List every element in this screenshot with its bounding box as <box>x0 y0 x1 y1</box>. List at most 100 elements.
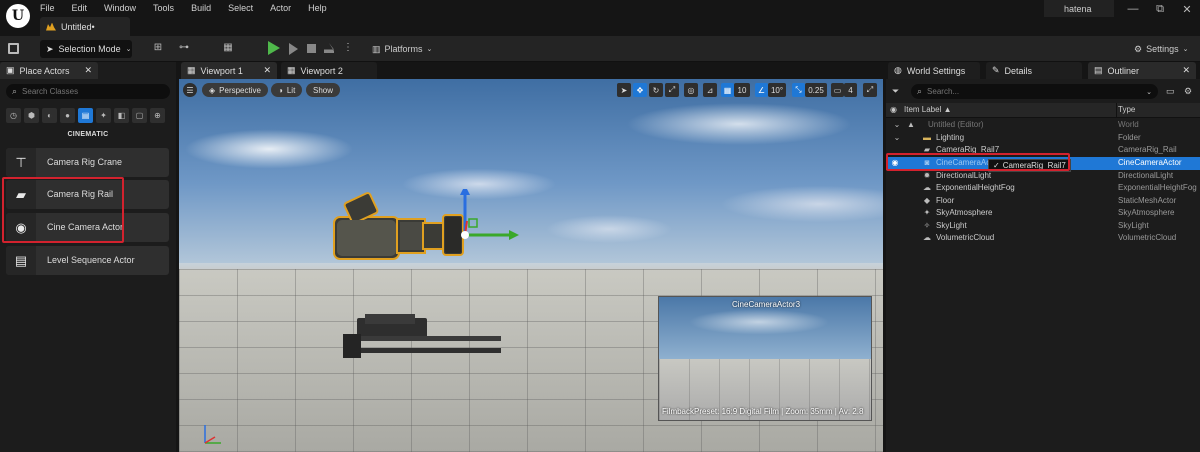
eject-icon[interactable] <box>324 43 334 53</box>
menu-file[interactable]: File <box>40 3 55 13</box>
gear-icon: ⚙ <box>1134 43 1143 54</box>
camera-speed-icon[interactable]: ▭ <box>831 83 844 97</box>
scale-snap-value[interactable]: 0.25 <box>805 83 827 97</box>
rotation-snap-icon[interactable]: ∠ <box>755 83 768 97</box>
camera-speed-value[interactable]: 4 <box>844 83 857 97</box>
tab-place-actors[interactable]: ▣ Place Actors ✕ <box>0 62 98 79</box>
close-icon[interactable]: ✕ <box>84 65 92 76</box>
outliner-row-volumetric-cloud[interactable]: ☁ VolumetricCloud VolumetricCloud <box>886 232 1200 245</box>
unreal-logo-icon[interactable]: U <box>6 4 30 28</box>
menu-actor[interactable]: Actor <box>270 3 291 13</box>
platforms-dropdown[interactable]: ▥ Platforms ⌄ <box>372 41 432 57</box>
outliner-row-lighting[interactable]: ⌄ ▬ Lighting Folder <box>886 132 1200 145</box>
collapse-icon[interactable]: ⌄ <box>892 133 902 142</box>
rotate-tool-icon[interactable]: ↻ <box>649 83 663 97</box>
menu-select[interactable]: Select <box>228 3 253 13</box>
cinematic-icon[interactable]: ▤ <box>78 107 93 123</box>
item-label-header[interactable]: Item Label ▲ <box>904 105 952 114</box>
category-heading: CINEMATIC <box>67 131 109 138</box>
menu-edit[interactable]: Edit <box>72 3 88 13</box>
perspective-button[interactable]: ◈ Perspective <box>202 83 268 97</box>
filter-icon[interactable]: ⏷ <box>892 86 899 97</box>
row-label: Floor <box>936 196 955 205</box>
scale-snap-icon[interactable]: ⤡ <box>792 83 805 97</box>
skip-icon[interactable] <box>289 43 298 55</box>
outliner-row-sky-light[interactable]: ✧ SkyLight SkyLight <box>886 220 1200 233</box>
row-type: CameraRig_Rail <box>1118 145 1177 154</box>
add-folder-icon[interactable]: ▭ <box>1166 86 1175 97</box>
more-options-icon[interactable]: ⋮ <box>340 42 356 56</box>
surface-snap-icon[interactable]: ⊿ <box>703 83 717 97</box>
close-button[interactable]: ✕ <box>1180 3 1194 16</box>
actor-camera-rig-crane[interactable]: ⊤ Camera Rig Crane <box>6 148 169 177</box>
cinematics-icon[interactable]: ▦ <box>220 42 236 56</box>
search-classes-input[interactable] <box>22 87 163 96</box>
collapse-icon[interactable]: ⌄ <box>892 120 902 129</box>
lit-button[interactable]: ◑ Lit <box>271 83 303 97</box>
folder-icon: ▬ <box>923 133 931 142</box>
tab-details[interactable]: ✎ Details <box>986 62 1082 79</box>
volumes-icon[interactable]: ▢ <box>132 107 147 123</box>
actor-label: Level Sequence Actor <box>47 255 135 265</box>
select-tool-icon[interactable]: ➤ <box>617 83 631 97</box>
save-icon[interactable] <box>8 43 19 54</box>
stop-icon[interactable] <box>307 44 316 53</box>
tab-viewport-1[interactable]: ▦ Viewport 1 ✕ <box>181 62 277 79</box>
add-actor-icon[interactable]: ⊞ <box>150 42 166 56</box>
outliner-row-sky-atmosphere[interactable]: ✦ SkyAtmosphere SkyAtmosphere <box>886 207 1200 220</box>
row-type: SkyAtmosphere <box>1118 208 1175 217</box>
play-icon[interactable] <box>268 41 280 55</box>
settings-gear-icon[interactable]: ⚙ <box>1184 86 1192 97</box>
close-icon[interactable]: ✕ <box>263 65 271 76</box>
tab-outliner[interactable]: ▤ Outliner ✕ <box>1088 62 1196 79</box>
grid-snap-value[interactable]: 10 <box>734 83 750 97</box>
outliner-row-fog[interactable]: ☁ ExponentialHeightFog ExponentialHeight… <box>886 182 1200 195</box>
row-type: World <box>1118 120 1139 129</box>
grid-snap-icon[interactable]: ▦ <box>721 83 734 97</box>
settings-dropdown[interactable]: ⚙ Settings ⌄ <box>1134 41 1188 57</box>
outliner-row-floor[interactable]: ◆ Floor StaticMeshActor <box>886 195 1200 208</box>
lit-icon: ◑ <box>278 85 283 95</box>
chevron-down-icon[interactable]: ⌄ <box>1146 88 1152 96</box>
world-space-icon[interactable]: ◎ <box>684 83 698 97</box>
outliner-row-world[interactable]: ⌄ ▲ Untitled (Editor) World <box>886 119 1200 132</box>
translate-tool-icon[interactable]: ✥ <box>633 83 647 97</box>
type-header[interactable]: Type <box>1118 105 1135 114</box>
menu-window[interactable]: Window <box>104 3 136 13</box>
geometry-icon[interactable]: ◧ <box>114 107 129 123</box>
hamburger-menu-icon[interactable]: ☰ <box>183 83 197 97</box>
rotation-snap-value[interactable]: 10° <box>768 83 786 97</box>
maximize-viewport-icon[interactable]: ⤢ <box>863 83 877 97</box>
actor-level-sequence[interactable]: ▤ Level Sequence Actor <box>6 246 169 275</box>
outliner-search: ⌕ ⌄ <box>911 84 1158 99</box>
blueprint-icon[interactable]: ⊶ <box>176 42 192 56</box>
tab-world-settings[interactable]: ◍ World Settings <box>888 62 980 79</box>
cine-camera-actor[interactable] <box>329 189 529 279</box>
shapes-icon[interactable]: ● <box>60 107 75 123</box>
highlight-box <box>886 153 1070 171</box>
minimize-button[interactable]: — <box>1126 3 1140 15</box>
main-toolbar: ➤ Selection Mode ⌄ ⊞ ⊶ ▦ ⋮ ▥ Platforms ⌄… <box>0 36 1200 62</box>
tab-viewport-2[interactable]: ▦ Viewport 2 <box>281 62 377 79</box>
visibility-column-icon: ◉ <box>890 105 897 114</box>
document-tab[interactable]: Untitled• <box>40 17 130 36</box>
lights-icon[interactable]: ◐ <box>42 107 57 123</box>
level-viewport[interactable]: ☰ ◈ Perspective ◑ Lit Show ➤ ✥ ↻ ⤢ ◎ ⊿ ▦… <box>179 79 883 452</box>
all-classes-icon[interactable]: ⊕ <box>150 107 165 123</box>
menu-build[interactable]: Build <box>191 3 211 13</box>
camera-rig-rail-actor[interactable] <box>337 312 517 362</box>
show-button[interactable]: Show <box>306 83 341 97</box>
close-icon[interactable]: ✕ <box>1182 65 1190 76</box>
scale-tool-icon[interactable]: ⤢ <box>665 83 679 97</box>
maximize-button[interactable]: ⧉ <box>1153 3 1167 16</box>
outliner-search-input[interactable] <box>927 87 1128 96</box>
menu-help[interactable]: Help <box>308 3 327 13</box>
chevron-down-icon: ⌄ <box>426 46 433 53</box>
row-type: VolumetricCloud <box>1118 233 1177 242</box>
visual-effects-icon[interactable]: ✦ <box>96 107 111 123</box>
basic-icon[interactable]: ⬢ <box>24 107 39 123</box>
recent-icon[interactable]: ◷ <box>6 107 21 123</box>
menu-tools[interactable]: Tools <box>153 3 174 13</box>
viewport-tabs: ▦ Viewport 1 ✕ ▦ Viewport 2 <box>179 62 885 79</box>
selection-mode-dropdown[interactable]: ➤ Selection Mode ⌄ <box>40 40 132 58</box>
